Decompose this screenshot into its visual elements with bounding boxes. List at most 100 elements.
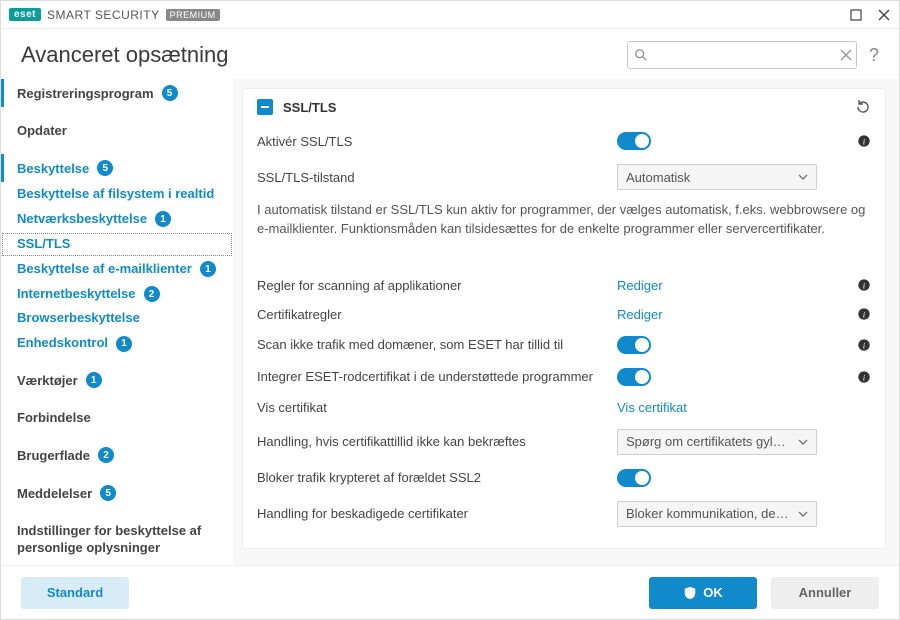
sidebar-item-label: Beskyttelse af e-mailklienter — [17, 261, 192, 278]
brand-name: SMART SECURITY — [47, 8, 160, 22]
select-value: Automatisk — [626, 170, 792, 185]
brand: eset SMART SECURITY PREMIUM — [9, 8, 220, 22]
titlebar: eset SMART SECURITY PREMIUM — [1, 1, 899, 29]
search-box[interactable] — [627, 41, 857, 69]
sidebar-item-meddelelser[interactable]: Meddelelser 5 — [1, 479, 233, 507]
select-value: Spørg om certifikatets gyldi... — [626, 434, 792, 449]
default-button[interactable]: Standard — [21, 577, 129, 609]
sidebar-badge: 1 — [200, 261, 216, 277]
row-trusted-domains: Scan ikke trafik med domæner, som ESET h… — [257, 329, 871, 361]
search-input[interactable] — [654, 47, 834, 64]
chevron-down-icon — [798, 172, 808, 182]
sidebar-item-internet[interactable]: Internetbeskyttelse 2 — [1, 282, 233, 307]
header: Avanceret opsætning ? — [1, 29, 899, 79]
sidebar-item-label: Internetbeskyttelse — [17, 286, 136, 303]
window: eset SMART SECURITY PREMIUM Avanceret op… — [0, 0, 900, 620]
sidebar-item-brugerflade[interactable]: Brugerflade 2 — [1, 441, 233, 469]
select-value: Bloker kommunikation, der b... — [626, 506, 792, 521]
brand-eset: eset — [9, 8, 41, 21]
sidebar-item-browser[interactable]: Browserbeskyttelse — [1, 306, 233, 331]
sidebar-item-vaerktojer[interactable]: Værktøjer 1 — [1, 366, 233, 394]
shield-icon — [683, 586, 697, 600]
window-controls — [849, 8, 891, 22]
help-icon[interactable]: ? — [869, 45, 879, 66]
row-label: Aktivér SSL/TLS — [257, 134, 617, 149]
sidebar-item-filsystem-realtid[interactable]: Beskyttelse af filsystem i realtid — [1, 182, 233, 207]
info-icon[interactable]: i — [857, 134, 871, 148]
row-untrusted-action: Handling, hvis certifikattillid ikke kan… — [257, 422, 871, 462]
ok-button[interactable]: OK — [649, 577, 757, 609]
sidebar-item-registreringsprogram[interactable]: Registreringsprogram 5 — [1, 79, 233, 107]
sidebar-item-label: Værktøjer — [17, 373, 78, 388]
brand-premium: PREMIUM — [166, 9, 220, 21]
toggle-block-ssl2[interactable] — [617, 469, 651, 487]
sidebar-item-label: Beskyttelse af filsystem i realtid — [17, 186, 214, 203]
panel-header: SSL/TLS — [257, 99, 871, 125]
chevron-down-icon — [798, 437, 808, 447]
row-app-rules: Regler for scanning af applikationer Red… — [257, 271, 871, 300]
row-label: Handling, hvis certifikattillid ikke kan… — [257, 434, 617, 449]
info-icon[interactable]: i — [857, 307, 871, 321]
row-ssl-mode: SSL/TLS-tilstand Automatisk — [257, 157, 871, 197]
sidebar-item-privacy-settings[interactable]: Indstillinger for beskyttelse af personl… — [1, 517, 233, 563]
info-icon[interactable]: i — [857, 370, 871, 384]
sidebar-item-beskyttelse[interactable]: Beskyttelse 5 — [1, 154, 233, 182]
sidebar-item-netvaerk[interactable]: Netværksbeskyttelse 1 — [1, 207, 233, 232]
sidebar-badge: 1 — [116, 336, 132, 352]
chevron-down-icon — [798, 509, 808, 519]
row-label: Handling for beskadigede certifikater — [257, 506, 617, 521]
search-icon — [634, 48, 648, 62]
reset-icon[interactable] — [855, 99, 871, 115]
footer: Standard OK Annuller — [1, 565, 899, 619]
sidebar-item-emailklienter[interactable]: Beskyttelse af e-mailklienter 1 — [1, 257, 233, 282]
row-label: Bloker trafik krypteret af forældet SSL2 — [257, 470, 617, 485]
row-show-cert: Vis certifikat Vis certifikat — [257, 393, 871, 422]
sidebar-item-enhedskontrol[interactable]: Enhedskontrol 1 — [1, 331, 233, 356]
row-label: Vis certifikat — [257, 400, 617, 415]
collapse-icon[interactable] — [257, 99, 273, 115]
sidebar-item-ssl-tls[interactable]: SSL/TLS — [1, 232, 233, 257]
mode-description: I automatisk tilstand er SSL/TLS kun akt… — [257, 197, 871, 253]
row-block-ssl2: Bloker trafik krypteret af forældet SSL2 — [257, 462, 871, 494]
button-label: Standard — [47, 585, 103, 600]
row-label: Regler for scanning af applikationer — [257, 278, 617, 293]
row-label: Certifikatregler — [257, 307, 617, 322]
select-ssl-mode[interactable]: Automatisk — [617, 164, 817, 190]
sidebar-item-label: Enhedskontrol — [17, 335, 108, 352]
toggle-integrate-root[interactable] — [617, 368, 651, 386]
button-label: OK — [703, 585, 723, 600]
info-icon[interactable]: i — [857, 278, 871, 292]
sidebar-item-label: Netværksbeskyttelse — [17, 211, 147, 228]
edit-app-rules-link[interactable]: Rediger — [617, 278, 663, 293]
show-cert-link[interactable]: Vis certifikat — [617, 400, 687, 415]
row-damaged-cert: Handling for beskadigede certifikater Bl… — [257, 494, 871, 534]
panel-title: SSL/TLS — [283, 100, 336, 115]
sidebar-item-forbindelse[interactable]: Forbindelse — [1, 404, 233, 431]
toggle-trusted-domains[interactable] — [617, 336, 651, 354]
sidebar-badge: 1 — [155, 211, 171, 227]
maximize-icon[interactable] — [849, 8, 863, 22]
sidebar-item-label: Brugerflade — [17, 448, 90, 463]
select-damaged-cert[interactable]: Bloker kommunikation, der b... — [617, 501, 817, 527]
sidebar-badge: 2 — [98, 447, 114, 463]
sidebar-item-label: Meddelelser — [17, 486, 92, 501]
sidebar-badge: 5 — [100, 485, 116, 501]
close-icon[interactable] — [877, 8, 891, 22]
sidebar-item-opdater[interactable]: Opdater — [1, 117, 233, 144]
select-untrusted-action[interactable]: Spørg om certifikatets gyldi... — [617, 429, 817, 455]
info-icon[interactable]: i — [857, 338, 871, 352]
edit-cert-rules-link[interactable]: Rediger — [617, 307, 663, 322]
button-label: Annuller — [799, 585, 852, 600]
page-title: Avanceret opsætning — [21, 42, 229, 68]
sidebar-item-label: Indstillinger for beskyttelse af personl… — [17, 523, 221, 557]
sidebar-badge: 5 — [97, 160, 113, 176]
ssl-tls-panel: SSL/TLS Aktivér SSL/TLS i SSL/TLS-tilsta… — [243, 89, 885, 548]
sidebar-badge: 2 — [144, 286, 160, 302]
clear-icon[interactable] — [840, 49, 852, 61]
row-enable-ssl: Aktivér SSL/TLS i — [257, 125, 871, 157]
cancel-button[interactable]: Annuller — [771, 577, 879, 609]
toggle-enable-ssl[interactable] — [617, 132, 651, 150]
content: SSL/TLS Aktivér SSL/TLS i SSL/TLS-tilsta… — [233, 79, 899, 565]
sidebar-item-label: Forbindelse — [17, 410, 91, 425]
sidebar-item-label: Opdater — [17, 123, 67, 138]
